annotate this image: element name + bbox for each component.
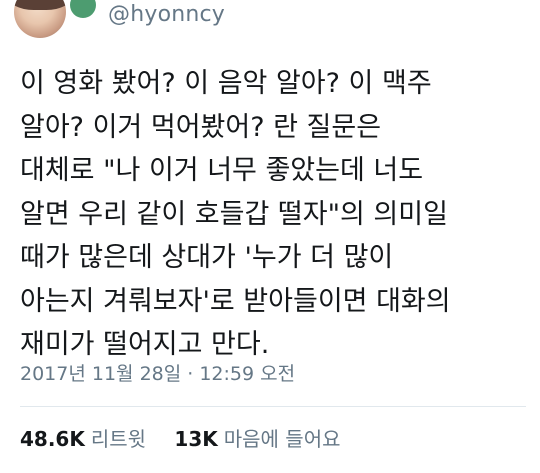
retweets-stat[interactable]: 48.6K 리트윗 [20,424,146,454]
avatar[interactable] [14,0,66,38]
likes-label: 마음에 들어요 [223,427,341,451]
author-handle[interactable]: @hyonncy [108,4,225,26]
tweet-header: @hyonncy [0,0,540,42]
avatar-hair-shape [14,0,66,10]
tweet-timestamp[interactable]: 2017년 11월 28일 · 12:59 오전 [20,362,295,386]
tweet-stats: 48.6K 리트윗 13K 마음에 들어요 [20,424,363,454]
likes-count: 13K [174,427,218,451]
divider [20,406,526,407]
tweet-text: 이 영화 봤어? 이 음악 알아? 이 맥주 알아? 이거 먹어봤어? 란 질문… [20,68,451,360]
tweet-card: @hyonncy 이 영화 봤어? 이 음악 알아? 이 맥주 알아? 이거 먹… [0,0,540,473]
retweets-label: 리트윗 [90,427,147,451]
retweets-count: 48.6K [20,427,85,451]
likes-stat[interactable]: 13K 마음에 들어요 [174,424,340,454]
profile-badge-icon [70,0,96,18]
